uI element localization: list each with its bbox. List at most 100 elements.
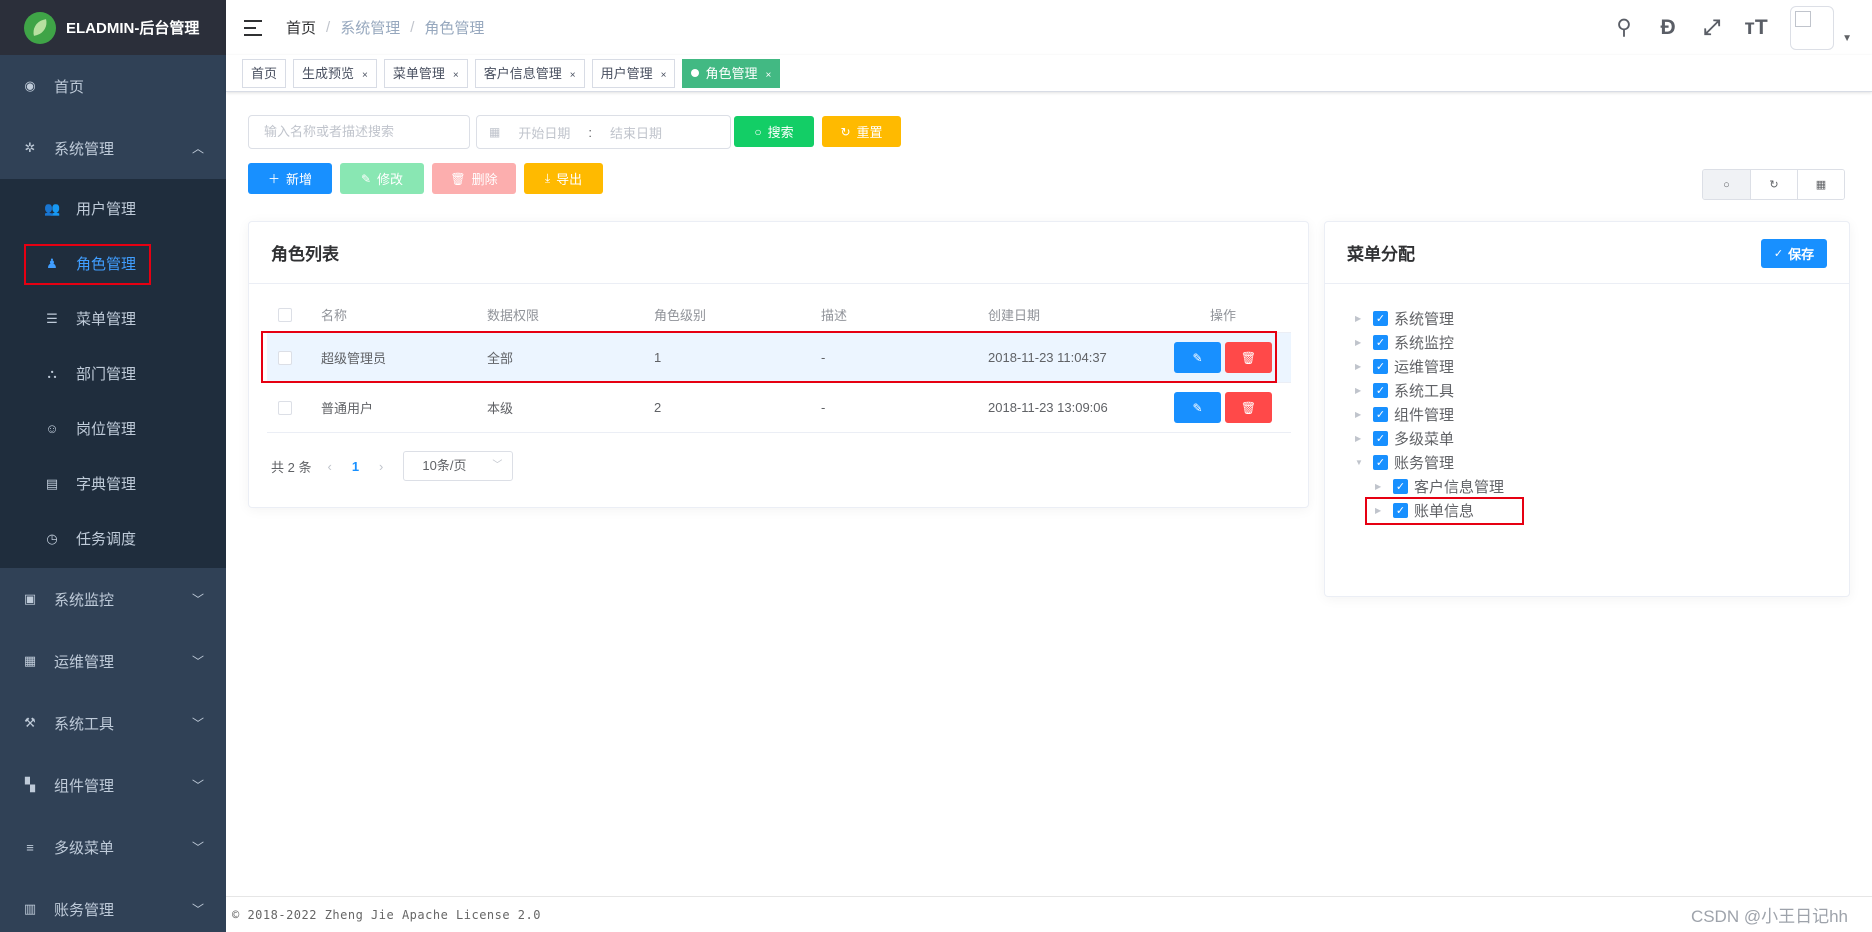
row-delete-button[interactable]: 🗑 [1225,342,1272,373]
hamburger-icon[interactable] [244,18,264,38]
row-delete-button[interactable]: 🗑 [1225,392,1272,423]
delete-button[interactable]: 🗑 删除 [432,163,516,194]
close-icon[interactable]: × [661,70,667,81]
sidebar-item-ops[interactable]: ▦ 运维管理 ﹀ [0,630,226,692]
prev-page-icon[interactable]: ‹ [327,459,331,474]
sidebar-item-nested[interactable]: ≡ 多级菜单 ﹀ [0,816,226,878]
expand-arrow-icon[interactable]: ▶ [1355,314,1367,323]
sidebar-item-depts[interactable]: ⛬ 部门管理 [0,346,226,401]
sidebar-item-users[interactable]: 👥 用户管理 [0,181,226,236]
edit-button[interactable]: ✎ 修改 [340,163,424,194]
table-row[interactable]: 普通用户 本级 2 - 2018-11-23 13:09:06 ✎ 🗑 [267,383,1291,433]
sidebar-item-system[interactable]: ✲ 系统管理 ︿ [0,117,226,179]
sidebar-item-components[interactable]: ▚ 组件管理 ﹀ [0,754,226,816]
reset-button[interactable]: ↻ 重置 [822,116,901,147]
sidebar-item-roles[interactable]: ♟ 角色管理 [0,236,226,291]
end-date-field[interactable]: 结束日期 [610,123,662,142]
close-icon[interactable]: × [765,70,771,81]
button-label: 删除 [471,172,498,187]
sidebar-item-dicts[interactable]: ▤ 字典管理 [0,456,226,511]
expand-arrow-icon[interactable]: ▶ [1355,410,1367,419]
tree-checkbox[interactable]: ✓ [1373,334,1388,350]
select-all-checkbox[interactable] [278,307,292,322]
refresh-icon[interactable]: ↻ [1750,170,1797,199]
row-checkbox[interactable] [278,400,292,415]
tree-node-label: 客户信息管理 [1414,478,1505,496]
tag-home[interactable]: 首页 [242,58,287,88]
tree-checkbox[interactable]: ✓ [1393,478,1408,494]
sidebar-item-tools[interactable]: ⚒ 系统工具 ﹀ [0,692,226,754]
calendar-icon: ▦ [489,125,501,139]
font-size-icon[interactable]: ᴛT [1734,16,1778,40]
chevron-down-icon: ﹀ [191,778,204,793]
sidebar-item-monitor[interactable]: ▣ 系统监控 ﹀ [0,568,226,630]
breadcrumb-item[interactable]: 首页 [286,17,316,38]
tag-menu[interactable]: 菜单管理 × [383,58,468,88]
caret-down-icon[interactable]: ▼ [1842,33,1852,44]
page-size-select[interactable]: 10条/页 ﹀ [403,451,514,481]
tree-node[interactable]: ▼ ✓ 账务管理 [1355,450,1504,474]
doc-icon[interactable]: Ð [1646,16,1690,40]
page-number[interactable]: 1 [352,459,359,474]
tag-generator-preview[interactable]: 生成预览 × [293,58,377,88]
tree-node-child[interactable]: ▶ ✓ 客户信息管理 [1355,474,1504,498]
search-toggle-icon[interactable]: ○ [1703,170,1750,199]
sidebar-item-account[interactable]: ▥ 账务管理 ﹀ [0,878,226,932]
tree-node[interactable]: ▶ ✓ 系统监控 [1355,330,1504,354]
close-icon[interactable]: × [362,70,368,81]
export-button[interactable]: ⤓ 导出 [524,163,603,194]
fullscreen-icon[interactable]: ⤢ [1690,16,1734,40]
search-input[interactable]: 输入名称或者描述搜索 [248,115,470,149]
avatar[interactable] [1790,5,1835,50]
start-date-field[interactable]: 开始日期 [518,123,570,142]
sidebar-item-menus[interactable]: ☰ 菜单管理 [0,291,226,346]
search-button[interactable]: ○ 搜索 [734,116,814,147]
expand-arrow-icon[interactable]: ▶ [1375,482,1387,491]
tree-checkbox[interactable]: ✓ [1373,454,1388,470]
tree-checkbox[interactable]: ✓ [1373,382,1388,398]
search-icon[interactable]: ⚲ [1602,15,1646,40]
app-logo[interactable]: ELADMIN-后台管理 [0,0,226,55]
close-icon[interactable]: × [570,70,576,81]
sidebar-item-home[interactable]: ◉ 首页 [0,55,226,117]
tree-checkbox[interactable]: ✓ [1373,430,1388,446]
expand-arrow-icon[interactable]: ▶ [1375,506,1387,515]
row-edit-button[interactable]: ✎ [1174,392,1221,423]
tree-checkbox[interactable]: ✓ [1373,406,1388,422]
next-page-icon[interactable]: › [379,459,383,474]
close-icon[interactable]: × [453,70,459,81]
tag-role[interactable]: 角色管理 × [682,58,781,88]
button-label: 修改 [377,172,404,187]
table-row[interactable]: 超级管理员 全部 1 - 2018-11-23 11:04:37 ✎ 🗑 [261,331,1291,383]
tree-checkbox[interactable]: ✓ [1373,358,1388,374]
sidebar-item-label: 岗位管理 [76,421,137,438]
table-header: 名称 数据权限 角色级别 描述 创建日期 操作 [267,297,1291,333]
list-icon: ≡ [26,839,34,855]
tree-node[interactable]: ▶ ✓ 系统工具 [1355,378,1504,402]
tree-node[interactable]: ▶ ✓ 系统管理 [1355,306,1504,330]
breadcrumb-item[interactable]: 系统管理 [340,17,400,38]
tree-node[interactable]: ▶ ✓ 多级菜单 [1355,426,1504,450]
row-checkbox[interactable] [278,350,292,365]
columns-icon[interactable]: ▦ [1797,170,1844,199]
expand-arrow-icon[interactable]: ▶ [1355,338,1367,347]
tree-checkbox[interactable]: ✓ [1393,502,1408,518]
add-button[interactable]: ＋ 新增 [248,163,332,194]
expand-arrow-icon[interactable]: ▶ [1355,362,1367,371]
sidebar-item-jobs[interactable]: ◷ 任务调度 [0,511,226,566]
row-edit-button[interactable]: ✎ [1174,342,1221,373]
sidebar-item-posts[interactable]: ☺ 岗位管理 [0,401,226,456]
tree-checkbox[interactable]: ✓ [1373,310,1388,326]
tag-customer[interactable]: 客户信息管理 × [474,58,585,88]
tree-node-child[interactable]: ▶ ✓ 账单信息 [1355,497,1524,525]
tree-node[interactable]: ▶ ✓ 组件管理 [1355,402,1504,426]
save-button[interactable]: ✓ 保存 [1761,239,1827,268]
tag-user[interactable]: 用户管理 × [591,58,676,88]
date-range-picker[interactable]: ▦ 开始日期 : 结束日期 [476,115,731,149]
tree-node[interactable]: ▶ ✓ 运维管理 [1355,354,1504,378]
expand-arrow-icon[interactable]: ▶ [1355,434,1367,443]
sidebar-item-label: 系统工具 [54,715,115,733]
expand-arrow-icon[interactable]: ▶ [1355,386,1367,395]
collapse-arrow-icon[interactable]: ▼ [1355,458,1367,467]
tree-node-label: 账务管理 [1394,454,1455,472]
